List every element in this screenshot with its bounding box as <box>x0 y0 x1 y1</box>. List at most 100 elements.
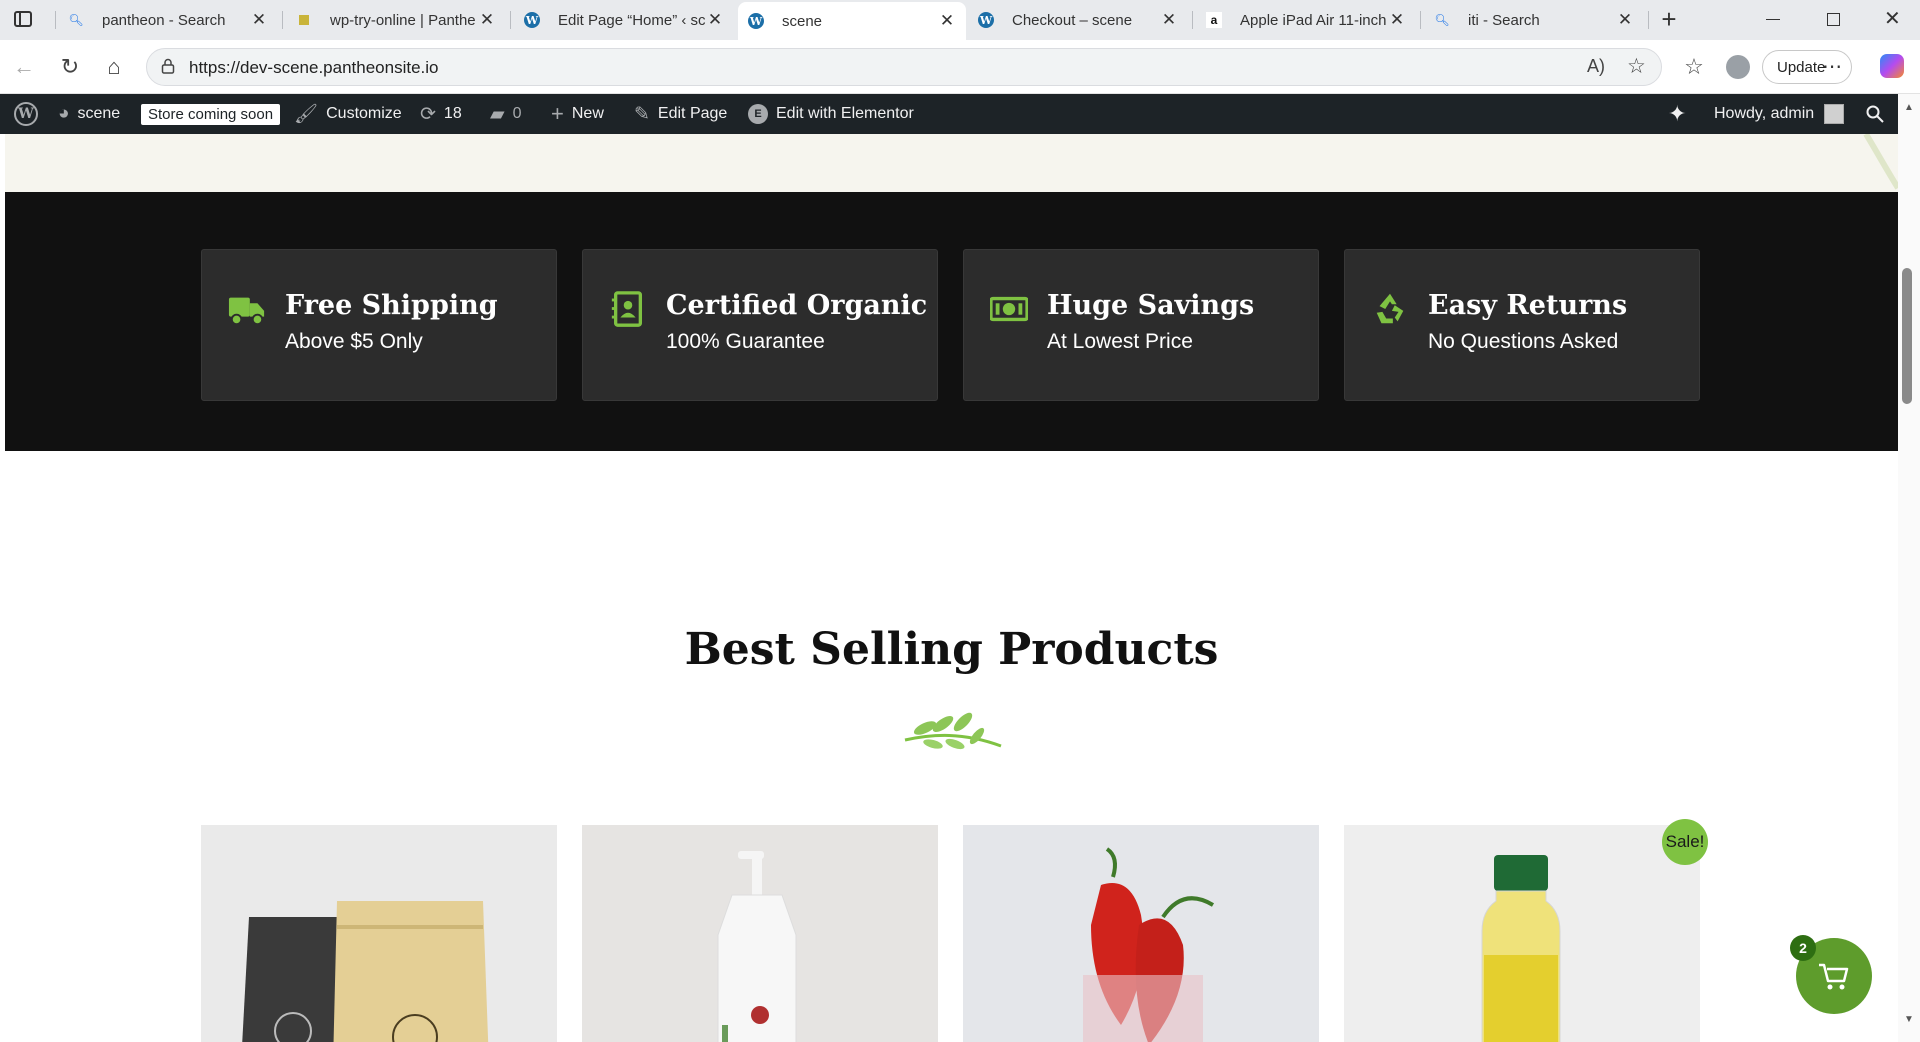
product-image <box>963 825 1319 1042</box>
dashboard-icon: ◕ <box>58 103 70 124</box>
best-selling-heading: Best Selling Products <box>684 624 1219 675</box>
cart-count: 2 <box>1799 940 1807 956</box>
scroll-down-arrow-icon[interactable]: ▼ <box>1904 1014 1914 1025</box>
cart-count-badge: 2 <box>1790 935 1816 961</box>
tab-title: wp-try-online | Panthe <box>330 11 476 29</box>
features-section: Free Shipping Above $5 Only Certified Or… <box>5 192 1898 451</box>
browser-toolbar: ← ↻ ⌂ https://dev-scene.pantheonsite.io … <box>0 40 1920 94</box>
product-image <box>1344 825 1700 1042</box>
close-tab-icon[interactable]: ✕ <box>938 11 956 31</box>
address-bar[interactable]: https://dev-scene.pantheonsite.io A) ☆ <box>146 48 1662 86</box>
certificate-icon <box>611 291 643 327</box>
amazon-icon: a <box>1206 12 1222 28</box>
feature-title: Easy Returns <box>1428 290 1628 321</box>
browser-tab[interactable]: 🔍︎ iti - Search ✕ <box>1424 4 1644 36</box>
product-card-coffee[interactable] <box>201 825 557 1042</box>
account-menu[interactable]: Howdy, admin <box>1714 94 1845 134</box>
brush-icon: 🖌︎ <box>294 104 319 125</box>
search-icon[interactable] <box>1866 94 1884 134</box>
browser-tab-active[interactable]: W scene ✕ <box>738 2 966 40</box>
comment-icon: ▰ <box>490 103 505 125</box>
restore-button[interactable] <box>1827 13 1840 26</box>
close-tab-icon[interactable]: ✕ <box>250 10 268 30</box>
feature-card: Free Shipping Above $5 Only <box>201 249 557 401</box>
wordpress-icon: W <box>748 13 764 29</box>
sale-badge-label: Sale! <box>1665 832 1705 851</box>
edit-elementor-link[interactable]: E Edit with Elementor <box>748 94 914 134</box>
favorite-star-icon[interactable]: ☆ <box>1627 54 1646 79</box>
leaf-decoration <box>1860 134 1898 192</box>
page-scrollbar[interactable]: ▲ ▼ <box>1898 94 1920 1042</box>
product-image <box>582 825 938 1042</box>
truck-icon <box>228 297 265 326</box>
store-status-badge[interactable]: Store coming soon <box>141 94 281 134</box>
cart-icon <box>1819 963 1849 990</box>
edit-elementor-label: Edit with Elementor <box>776 105 914 122</box>
feature-subtitle: At Lowest Price <box>1047 330 1193 353</box>
edit-page-link[interactable]: ✎ Edit Page <box>634 94 727 134</box>
browser-tab[interactable]: wp-try-online | Panthe ✕ <box>286 4 506 36</box>
close-tab-icon[interactable]: ✕ <box>1160 10 1178 30</box>
feature-title: Certified Organic <box>666 290 928 321</box>
browser-tab[interactable]: a Apple iPad Air 11-inch ✕ <box>1196 4 1416 36</box>
lock-icon[interactable] <box>161 58 175 74</box>
feature-title: Free Shipping <box>285 290 498 321</box>
tab-actions-icon[interactable] <box>14 11 32 27</box>
money-icon <box>990 296 1028 322</box>
leaf-divider-icon <box>904 712 1002 750</box>
close-window-button[interactable]: ✕ <box>1884 6 1901 31</box>
product-card-peppers[interactable] <box>963 825 1319 1042</box>
recycle-icon <box>1376 293 1404 324</box>
minimize-button[interactable] <box>1766 19 1780 20</box>
howdy-label: Howdy, admin <box>1714 105 1815 122</box>
more-menu-icon[interactable]: ⋯ <box>1822 54 1842 79</box>
profile-avatar-icon[interactable] <box>1724 53 1752 81</box>
reload-icon[interactable]: ↻ <box>56 53 84 81</box>
wp-admin-bar: W ◕ scene Store coming soon 🖌︎ Customize… <box>0 94 1898 134</box>
feature-card: Certified Organic 100% Guarantee <box>582 249 938 401</box>
edit-page-label: Edit Page <box>657 105 728 122</box>
product-card-oil[interactable] <box>1344 825 1700 1042</box>
updates-link[interactable]: ⟳ 18 <box>420 94 462 134</box>
wordpress-icon: W <box>978 12 994 28</box>
tab-title: Checkout – scene <box>1012 11 1133 29</box>
pantheon-icon <box>296 12 312 28</box>
updates-count: 18 <box>443 105 462 122</box>
scrollbar-thumb[interactable] <box>1902 268 1912 404</box>
comments-link[interactable]: ▰ 0 <box>490 94 522 134</box>
plus-icon: + <box>551 101 564 126</box>
wordpress-logo-icon[interactable]: W <box>14 94 38 134</box>
close-tab-icon[interactable]: ✕ <box>1388 10 1406 30</box>
favorites-icon[interactable]: ☆ <box>1680 53 1708 81</box>
ai-sparkle-icon[interactable]: ✦ <box>1668 94 1686 134</box>
site-name-link[interactable]: ◕ scene <box>58 94 120 134</box>
close-tab-icon[interactable]: ✕ <box>1616 10 1634 30</box>
browser-tab[interactable]: 🔍︎ pantheon - Search ✕ <box>58 4 278 36</box>
sale-badge: Sale! <box>1662 819 1708 865</box>
new-tab-button[interactable]: + <box>1654 4 1684 34</box>
customize-link[interactable]: 🖌︎ Customize <box>294 94 402 134</box>
new-content-link[interactable]: + New <box>551 94 604 134</box>
feature-subtitle: No Questions Asked <box>1428 330 1619 353</box>
back-arrow-icon[interactable]: ← <box>10 53 38 81</box>
site-name: scene <box>77 105 121 122</box>
tab-title: scene <box>782 12 823 30</box>
pencil-icon: ✎ <box>634 103 650 125</box>
copilot-icon[interactable] <box>1880 54 1904 78</box>
search-icon: 🔍︎ <box>1434 13 1450 27</box>
store-coming-soon-label: Store coming soon <box>141 103 281 125</box>
customize-label: Customize <box>326 105 402 122</box>
comments-count: 0 <box>512 105 522 122</box>
read-aloud-icon[interactable]: A) <box>1587 56 1605 77</box>
product-card-soap[interactable] <box>582 825 938 1042</box>
scroll-up-arrow-icon[interactable]: ▲ <box>1904 102 1914 113</box>
update-label: Update <box>1777 58 1826 76</box>
home-icon[interactable]: ⌂ <box>100 53 128 81</box>
browser-tab[interactable]: W Checkout – scene ✕ <box>968 4 1188 36</box>
url-text[interactable]: https://dev-scene.pantheonsite.io <box>189 58 439 78</box>
tab-title: iti - Search <box>1468 11 1540 29</box>
browser-tab[interactable]: W Edit Page “Home” ‹ sce ✕ <box>514 4 734 36</box>
close-tab-icon[interactable]: ✕ <box>478 10 496 30</box>
hero-bottom-strip <box>5 134 1898 192</box>
close-tab-icon[interactable]: ✕ <box>706 10 724 30</box>
